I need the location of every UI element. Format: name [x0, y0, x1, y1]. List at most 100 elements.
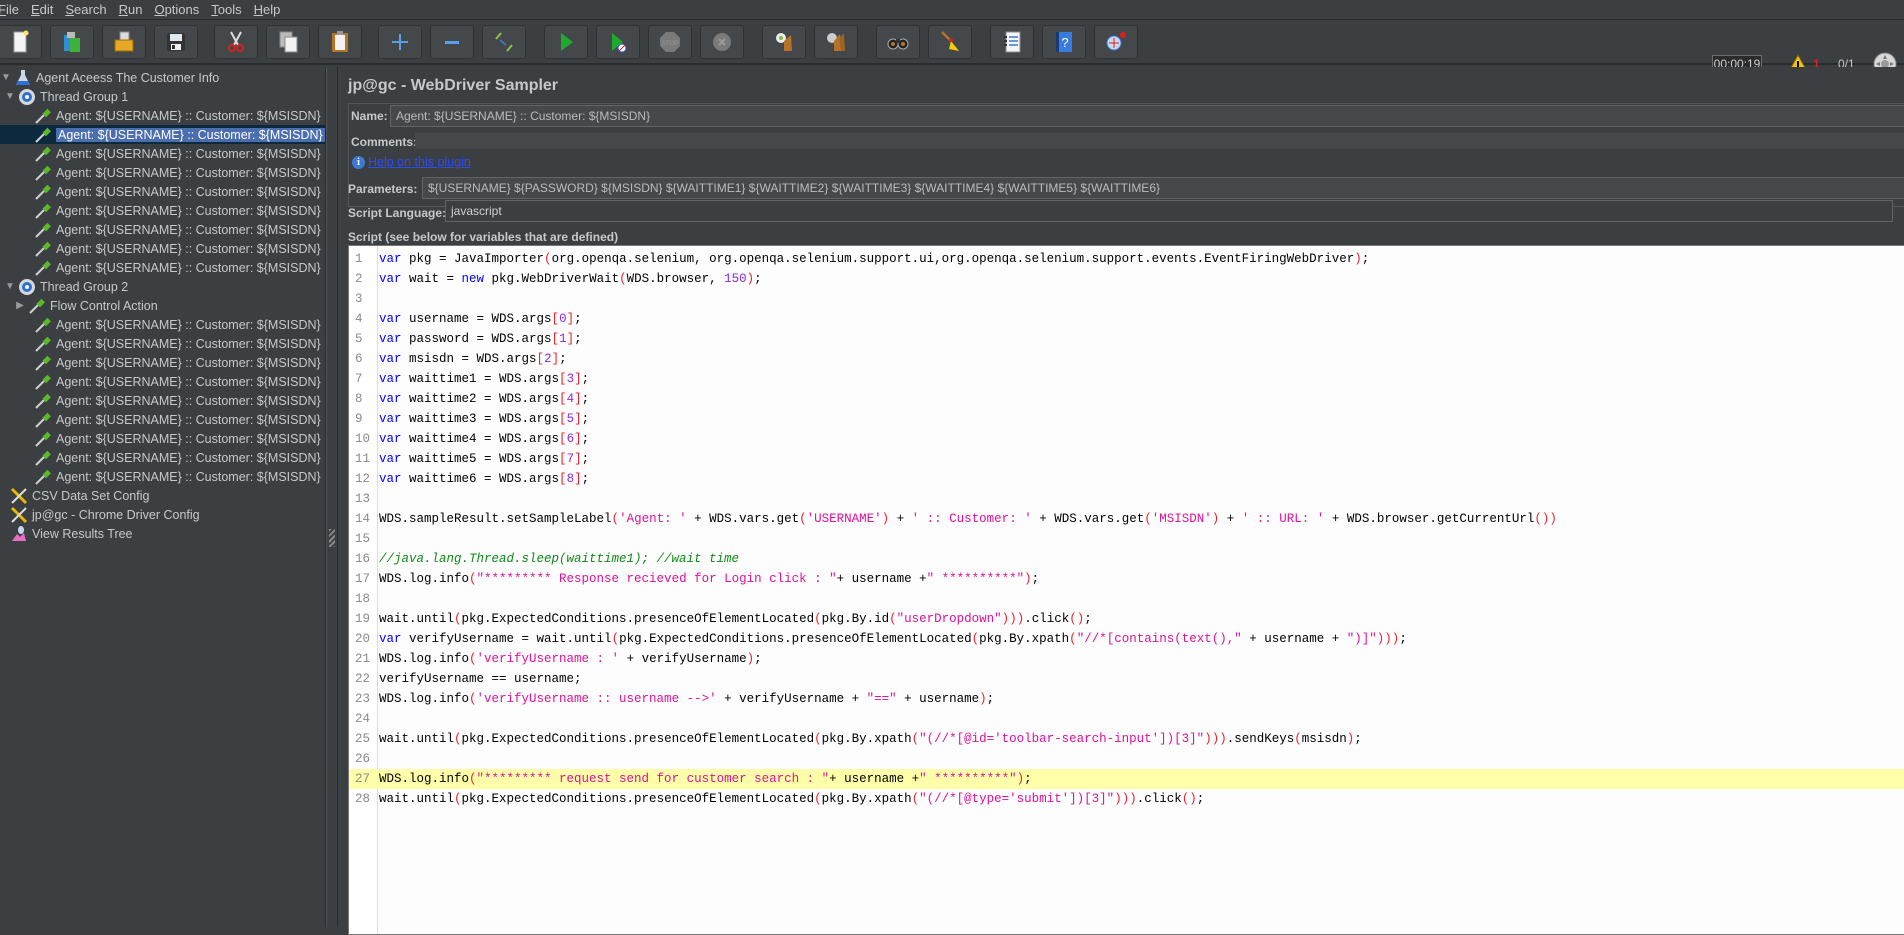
code-line[interactable]: 16 //java.lang.Thread.sleep(waittime1); /… [349, 549, 1904, 569]
tree-item-listener[interactable]: View Results Tree [4, 524, 133, 543]
code-line[interactable]: 14 WDS.sampleResult.setSampleLabel('Agent… [349, 509, 1904, 529]
menu-file[interactable]: File [0, 2, 25, 17]
start-no-pauses-button[interactable] [596, 25, 640, 59]
tree-item-sampler[interactable]: Agent: ${USERNAME} :: Customer: ${MSISDN… [14, 315, 321, 334]
code-line[interactable]: 27 WDS.log.info("********* request send f… [349, 769, 1904, 789]
code-line[interactable]: 5 var password = WDS.args[1]; [349, 329, 1904, 349]
menu-options[interactable]: Options [148, 2, 205, 17]
collapse-toggle-icon[interactable]: ▶ [14, 300, 26, 312]
copy-button[interactable] [266, 25, 310, 59]
shutdown-button[interactable] [700, 25, 744, 59]
code-line[interactable]: 13 [349, 489, 1904, 509]
code-line[interactable]: 6 var msisdn = WDS.args[2]; [349, 349, 1904, 369]
tree-item-sampler[interactable]: Agent: ${USERNAME} :: Customer: ${MSISDN… [14, 220, 321, 239]
code-line[interactable]: 28 wait.until(pkg.ExpectedConditions.pres… [349, 789, 1904, 809]
open-button[interactable] [102, 25, 146, 59]
code-line[interactable]: 17 WDS.log.info("********* Response recie… [349, 569, 1904, 589]
code-line[interactable]: 12 var waittime6 = WDS.args[8]; [349, 469, 1904, 489]
tree-item-test-plan[interactable]: ▼ Agent Aceess The Customer Info [0, 68, 219, 87]
parameters-input[interactable]: ${USERNAME} ${PASSWORD} ${MSISDN} ${WAIT… [422, 177, 1904, 199]
tree-item-thread-group[interactable]: ▼ Thread Group 2 [4, 277, 128, 296]
plugins-manager-button[interactable] [1094, 25, 1138, 59]
menu-search[interactable]: Search [59, 2, 112, 17]
code-line[interactable]: 25 wait.until(pkg.ExpectedConditions.pres… [349, 729, 1904, 749]
paste-button[interactable] [318, 25, 362, 59]
tree-item-sampler[interactable]: Agent: ${USERNAME} :: Customer: ${MSISDN… [14, 372, 321, 391]
code-line[interactable]: 18 [349, 589, 1904, 609]
new-button[interactable] [0, 25, 42, 59]
collapse-button[interactable] [430, 25, 474, 59]
templates-button[interactable] [50, 25, 94, 59]
toggle-button[interactable] [482, 25, 526, 59]
code-line[interactable]: 19 wait.until(pkg.ExpectedConditions.pres… [349, 609, 1904, 629]
menu-run[interactable]: Run [113, 2, 149, 17]
tree-item-sampler[interactable]: Agent: ${USERNAME} :: Customer: ${MSISDN… [14, 182, 321, 201]
tree-item-sampler[interactable]: Agent: ${USERNAME} :: Customer: ${MSISDN… [14, 334, 321, 353]
tree-item-sampler[interactable]: Agent: ${USERNAME} :: Customer: ${MSISDN… [14, 258, 321, 277]
code-line[interactable]: 4 var username = WDS.args[0]; [349, 309, 1904, 329]
menu-help[interactable]: Help [248, 2, 287, 17]
code-line[interactable]: 10 var waittime4 = WDS.args[6]; [349, 429, 1904, 449]
start-no-pauses-icon [612, 33, 627, 53]
reset-search-button[interactable] [928, 25, 972, 59]
script-language-select[interactable]: javascript [445, 200, 1893, 222]
tree-item-sampler[interactable]: Agent: ${USERNAME} :: Customer: ${MSISDN… [14, 391, 321, 410]
code-line[interactable]: 21 WDS.log.info('verifyUsername : ' + ver… [349, 649, 1904, 669]
menu-edit[interactable]: Edit [25, 2, 59, 17]
code-line[interactable]: 24 [349, 709, 1904, 729]
tree-item-label: Agent: ${USERNAME} :: Customer: ${MSISDN… [56, 108, 321, 123]
start-button[interactable] [544, 25, 588, 59]
tree-item-thread-group[interactable]: ▼ Thread Group 1 [4, 87, 128, 106]
code-line[interactable]: 8 var waittime2 = WDS.args[4]; [349, 389, 1904, 409]
comments-input[interactable] [415, 133, 1904, 149]
tree-item-sampler[interactable]: Agent: ${USERNAME} :: Customer: ${MSISDN… [14, 201, 321, 220]
tree-item-config[interactable]: CSV Data Set Config [4, 486, 149, 505]
code-line[interactable]: 7 var waittime1 = WDS.args[3]; [349, 369, 1904, 389]
splitter-grip[interactable] [329, 529, 335, 547]
help-link[interactable]: Help on this plugin [368, 155, 471, 169]
tree-item-sampler[interactable]: Agent: ${USERNAME} :: Customer: ${MSISDN… [14, 353, 321, 372]
tree-item-sampler[interactable]: Agent: ${USERNAME} :: Customer: ${MSISDN… [14, 106, 321, 125]
menu-tools[interactable]: Tools [205, 2, 247, 17]
expand-button[interactable] [378, 25, 422, 59]
save-button[interactable] [154, 25, 198, 59]
name-input[interactable]: Agent: ${USERNAME} :: Customer: ${MSISDN… [390, 105, 1904, 127]
script-editor[interactable]: 1 var pkg = JavaImporter(org.openqa.selen… [348, 245, 1904, 935]
clear-all-icon [827, 33, 845, 51]
code-line[interactable]: 26 [349, 749, 1904, 769]
code-line[interactable]: 3 [349, 289, 1904, 309]
code-line[interactable]: 20 var verifyUsername = wait.until(pkg.Ex… [349, 629, 1904, 649]
expand-toggle-icon[interactable]: ▼ [0, 72, 12, 84]
tree-item-sampler[interactable]: Agent: ${USERNAME} :: Customer: ${MSISDN… [14, 410, 321, 429]
code-line[interactable]: 1 var pkg = JavaImporter(org.openqa.selen… [349, 249, 1904, 269]
tree-item-sampler[interactable]: Agent: ${USERNAME} :: Customer: ${MSISDN… [14, 448, 321, 467]
tree-item-sampler[interactable]: Agent: ${USERNAME} :: Customer: ${MSISDN… [14, 239, 321, 258]
tree-item-sampler[interactable]: ▶ Flow Control Action [14, 296, 158, 315]
code-line[interactable]: 2 var wait = new pkg.WebDriverWait(WDS.br… [349, 269, 1904, 289]
code-line[interactable]: 23 WDS.log.info('verifyUsername :: userna… [349, 689, 1904, 709]
name-label: Name: [351, 109, 388, 123]
stop-button[interactable]: STOP [648, 25, 692, 59]
tree-item-sampler[interactable]: Agent: ${USERNAME} :: Customer: ${MSISDN… [14, 429, 321, 448]
code-line[interactable]: 22 verifyUsername == username; [349, 669, 1904, 689]
split-pane-divider[interactable] [326, 67, 338, 927]
expand-toggle-icon[interactable]: ▼ [4, 91, 16, 103]
tree-item-sampler[interactable]: Agent: ${USERNAME} :: Customer: ${MSISDN… [14, 467, 321, 486]
help-button[interactable]: ? [1042, 25, 1086, 59]
expand-toggle-icon[interactable]: ▼ [4, 281, 16, 293]
clear-all-button[interactable] [814, 25, 858, 59]
tree-item-sampler[interactable]: Agent: ${USERNAME} :: Customer: ${MSISDN… [14, 144, 321, 163]
clear-button[interactable] [762, 25, 806, 59]
tree-item-sampler[interactable]: Agent: ${USERNAME} :: Customer: ${MSISDN… [14, 125, 325, 144]
tree-item-config[interactable]: jp@gc - Chrome Driver Config [4, 505, 200, 524]
code-line[interactable]: 11 var waittime5 = WDS.args[7]; [349, 449, 1904, 469]
toggle-spacer [14, 395, 32, 407]
tree-item-sampler[interactable]: Agent: ${USERNAME} :: Customer: ${MSISDN… [14, 163, 321, 182]
code-line[interactable]: 15 [349, 529, 1904, 549]
search-button[interactable] [876, 25, 920, 59]
sampler-icon [34, 392, 52, 410]
function-helper-button[interactable] [990, 25, 1034, 59]
code-text: var waittime3 = WDS.args[5]; [379, 412, 590, 426]
code-line[interactable]: 9 var waittime3 = WDS.args[5]; [349, 409, 1904, 429]
cut-button[interactable] [214, 25, 258, 59]
